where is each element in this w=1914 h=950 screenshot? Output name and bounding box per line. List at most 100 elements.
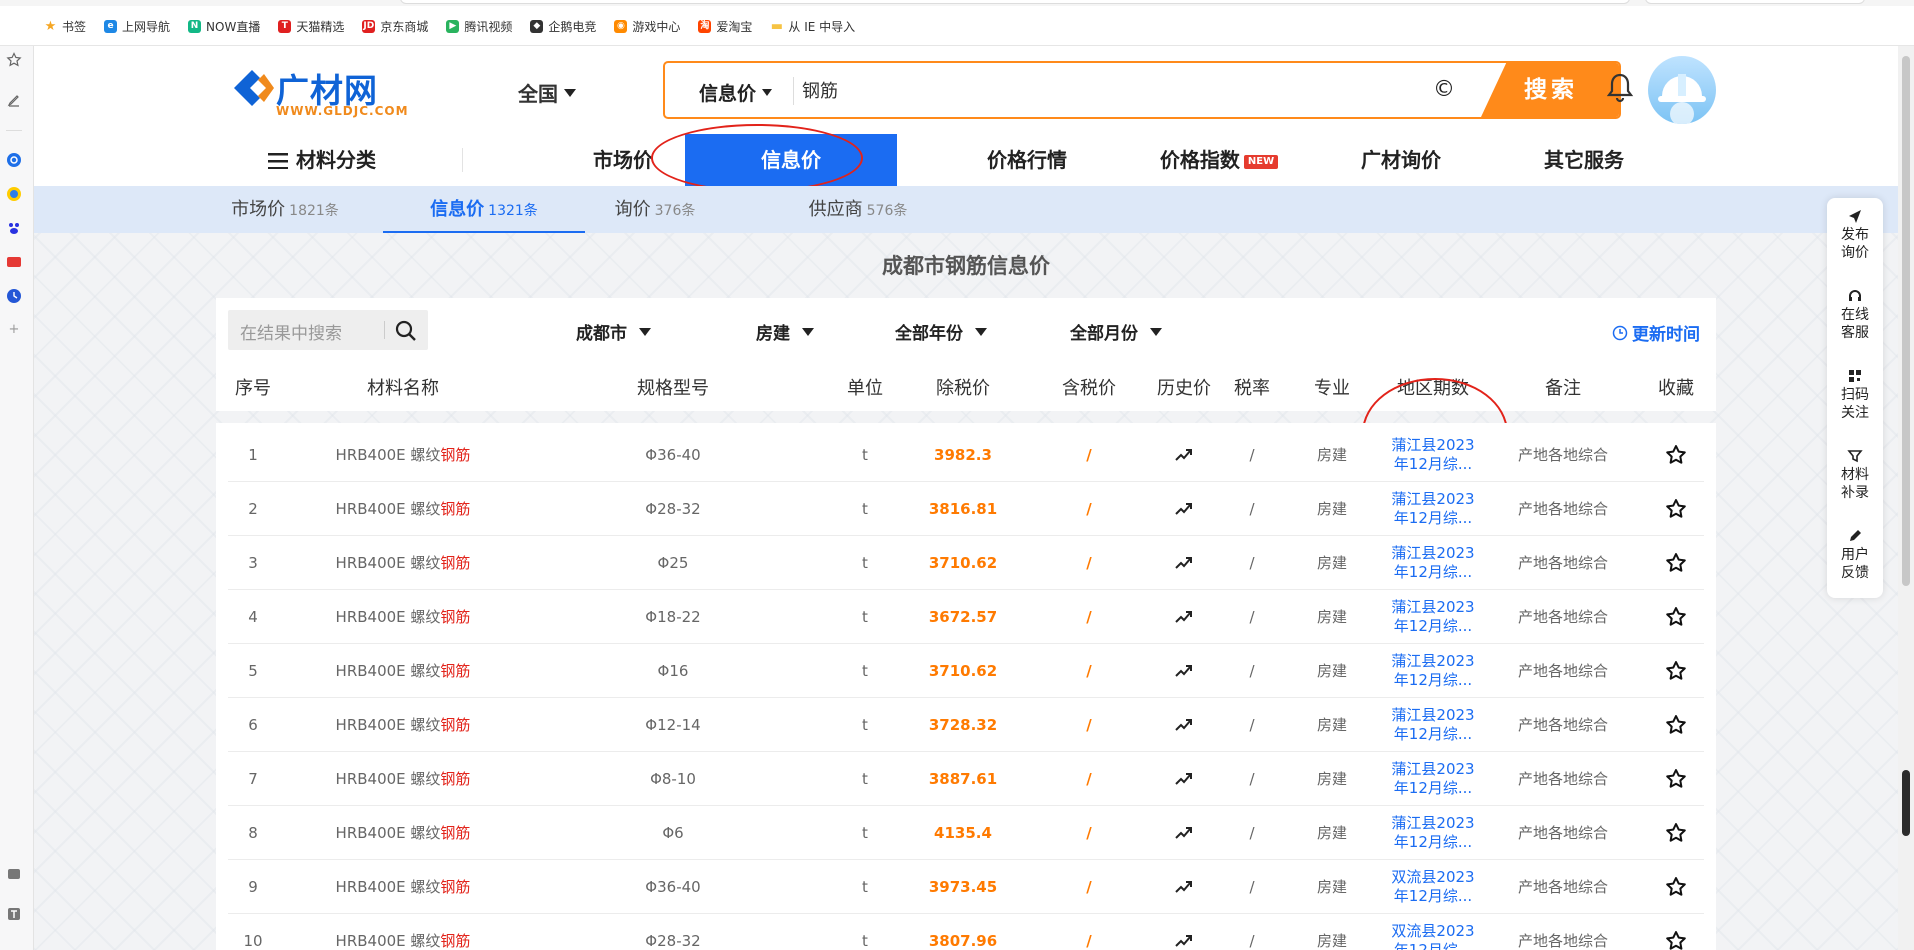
- region-period-link[interactable]: 双流县2023 年12月综...: [1391, 922, 1474, 950]
- year-filter[interactable]: 全部年份: [895, 319, 987, 344]
- nav-item[interactable]: 材料分类: [268, 134, 398, 186]
- material-name[interactable]: HRB400E 螺纹钢筋: [336, 644, 471, 698]
- user-avatar[interactable]: [1648, 56, 1716, 124]
- bookmark-item[interactable]: ▬ 从 IE 中导入: [770, 18, 855, 35]
- address-bar[interactable]: [400, 0, 1630, 4]
- material-name[interactable]: HRB400E 螺纹钢筋: [336, 482, 471, 536]
- bookmark-item[interactable]: ◉ 游戏中心: [614, 18, 680, 35]
- price-excl-tax: 3728.32: [928, 716, 998, 734]
- favorite-star-icon[interactable]: [1665, 822, 1687, 844]
- bookmark-list: ★ 书签 e 上网导航 N NOW直播 T 天猫精选 JD 京东商城 ▶ 腾讯视频 ◆ 企鹅电竞 ◉ 游戏中心…: [44, 18, 855, 35]
- bookmark-item[interactable]: ★ 书签: [44, 18, 86, 35]
- bookmark-item[interactable]: T 天猫精选: [278, 18, 344, 35]
- favorite-star-icon[interactable]: [1665, 714, 1687, 736]
- trend-icon[interactable]: [1175, 447, 1193, 463]
- search-button[interactable]: 搜索: [1481, 63, 1619, 117]
- table-row[interactable]: 1 HRB400E 螺纹钢筋 Φ36-40 t 3982.3 / / 房建 蒲江县2023 年12…: [228, 428, 1704, 482]
- trend-icon[interactable]: [1175, 771, 1193, 787]
- material-name[interactable]: HRB400E 螺纹钢筋: [336, 914, 471, 950]
- result-search-input[interactable]: 在结果中搜索: [240, 319, 342, 344]
- pen-icon[interactable]: [6, 92, 22, 108]
- screenshot-icon[interactable]: [6, 866, 22, 882]
- material-name[interactable]: HRB400E 螺纹钢筋: [336, 806, 471, 860]
- table-row[interactable]: 7 HRB400E 螺纹钢筋 Φ8-10 t 3887.61 / / 房建 蒲江县2023 年12…: [228, 752, 1704, 806]
- region-selector[interactable]: 全国: [518, 78, 576, 107]
- browser-app-icon[interactable]: [6, 186, 22, 202]
- side-tool-send[interactable]: 发布 询价: [1827, 208, 1883, 262]
- text-tool-icon[interactable]: [6, 906, 22, 922]
- result-search-box[interactable]: 在结果中搜索: [228, 310, 428, 350]
- trend-icon[interactable]: [1175, 879, 1193, 895]
- nav-item[interactable]: 价格行情: [938, 134, 1116, 186]
- side-tool-pen[interactable]: 用户 反馈: [1827, 528, 1883, 582]
- tab-supplier[interactable]: 供应商 576条: [778, 186, 938, 233]
- favorite-star-icon[interactable]: [1665, 768, 1687, 790]
- bookmark-item[interactable]: 淘爱淘宝: [698, 18, 752, 35]
- nav-item[interactable]: 其它服务: [1495, 134, 1673, 186]
- trend-icon[interactable]: [1175, 717, 1193, 733]
- trend-icon[interactable]: [1175, 663, 1193, 679]
- bookmark-item[interactable]: ◆ 企鹅电竞: [530, 18, 596, 35]
- hao-app-icon[interactable]: [6, 254, 22, 270]
- category-filter[interactable]: 房建: [756, 319, 814, 344]
- tab-market[interactable]: 市场价 1821条: [215, 186, 355, 233]
- search-type-select[interactable]: 信息价: [699, 79, 773, 106]
- favorite-star-icon[interactable]: [1665, 660, 1687, 682]
- sort-by-update-time[interactable]: 更新时间: [1612, 320, 1700, 345]
- favorite-star-icon[interactable]: [6, 52, 22, 68]
- month-filter[interactable]: 全部月份: [1070, 319, 1162, 344]
- tax-rate: /: [1249, 878, 1255, 896]
- material-name[interactable]: HRB400E 螺纹钢筋: [336, 590, 471, 644]
- material-name[interactable]: HRB400E 螺纹钢筋: [336, 860, 471, 914]
- nav-item[interactable]: 价格指数 NEW: [1124, 134, 1314, 186]
- material-name[interactable]: HRB400E 螺纹钢筋: [336, 428, 471, 482]
- clear-search-icon[interactable]: ©: [1433, 77, 1455, 102]
- table-row[interactable]: 3 HRB400E 螺纹钢筋 Φ25 t 3710.62 / / 房建 蒲江县2023 年12月综…: [228, 536, 1704, 590]
- trend-icon[interactable]: [1175, 501, 1193, 517]
- bell-icon[interactable]: [1605, 71, 1635, 103]
- favorite-star-icon[interactable]: [1665, 606, 1687, 628]
- add-app-icon[interactable]: +: [6, 322, 22, 338]
- material-name-text: HRB400E 螺纹: [335, 608, 441, 626]
- trend-icon[interactable]: [1175, 609, 1193, 625]
- material-name[interactable]: HRB400E 螺纹钢筋: [336, 536, 471, 590]
- side-tool-headset[interactable]: 在线 客服: [1827, 288, 1883, 342]
- bookmark-item[interactable]: N NOW直播: [188, 18, 260, 35]
- browser-search-box[interactable]: [1645, 0, 1865, 4]
- table-row[interactable]: 2 HRB400E 螺纹钢筋 Φ28-32 t 3816.81 / / 房建 蒲江县2023 年1…: [228, 482, 1704, 536]
- trend-icon[interactable]: [1175, 555, 1193, 571]
- table-row[interactable]: 4 HRB400E 螺纹钢筋 Φ18-22 t 3672.57 / / 房建 蒲江县2023 年1…: [228, 590, 1704, 644]
- table-row[interactable]: 10 HRB400E 螺纹钢筋 Φ28-32 t 3807.96 / / 房建 双流县2023 年…: [228, 914, 1704, 950]
- search-icon[interactable]: [394, 319, 418, 343]
- table-row[interactable]: 6 HRB400E 螺纹钢筋 Φ12-14 t 3728.32 / / 房建 蒲江县2023 年1…: [228, 698, 1704, 752]
- search-app-icon[interactable]: [6, 152, 22, 168]
- side-tool-filter[interactable]: 材料 补录: [1827, 448, 1883, 502]
- trend-icon[interactable]: [1175, 933, 1193, 949]
- tab-info[interactable]: 信息价 1321条: [383, 186, 585, 233]
- favorite-star-icon[interactable]: [1665, 552, 1687, 574]
- favorite-star-icon[interactable]: [1665, 876, 1687, 898]
- clock-app-icon[interactable]: [6, 288, 22, 304]
- bookmark-item[interactable]: JD 京东商城: [362, 18, 428, 35]
- scrollbar-thumb[interactable]: [1902, 56, 1910, 586]
- tab-inquiry[interactable]: 询价 376条: [590, 186, 720, 233]
- bookmark-item[interactable]: ▶ 腾讯视频: [446, 18, 512, 35]
- search-input[interactable]: 钢筋: [802, 77, 838, 103]
- nav-item[interactable]: 广材询价: [1312, 134, 1490, 186]
- side-tool-label-2: 客服: [1841, 325, 1869, 341]
- city-filter[interactable]: 成都市: [576, 319, 651, 344]
- material-name[interactable]: HRB400E 螺纹钢筋: [336, 752, 471, 806]
- favorite-star-icon[interactable]: [1665, 444, 1687, 466]
- table-row[interactable]: 8 HRB400E 螺纹钢筋 Φ6 t 4135.4 / / 房建 蒲江县2023 年12月综..…: [228, 806, 1704, 860]
- material-name[interactable]: HRB400E 螺纹钢筋: [336, 698, 471, 752]
- table-row[interactable]: 5 HRB400E 螺纹钢筋 Φ16 t 3710.62 / / 房建 蒲江县2023 年12月综…: [228, 644, 1704, 698]
- side-tool-qrcode[interactable]: 扫码 关注: [1827, 368, 1883, 422]
- baidu-paw-icon[interactable]: [6, 220, 22, 236]
- site-logo[interactable]: 广材网 WWW.GLDJC.COM: [230, 64, 430, 126]
- favorite-star-icon[interactable]: [1665, 498, 1687, 520]
- favorite-star-icon[interactable]: [1665, 930, 1687, 950]
- mini-widget[interactable]: [1902, 770, 1910, 836]
- table-row[interactable]: 9 HRB400E 螺纹钢筋 Φ36-40 t 3973.45 / / 房建 双流县2023 年1…: [228, 860, 1704, 914]
- trend-icon[interactable]: [1175, 825, 1193, 841]
- bookmark-item[interactable]: e 上网导航: [104, 18, 170, 35]
